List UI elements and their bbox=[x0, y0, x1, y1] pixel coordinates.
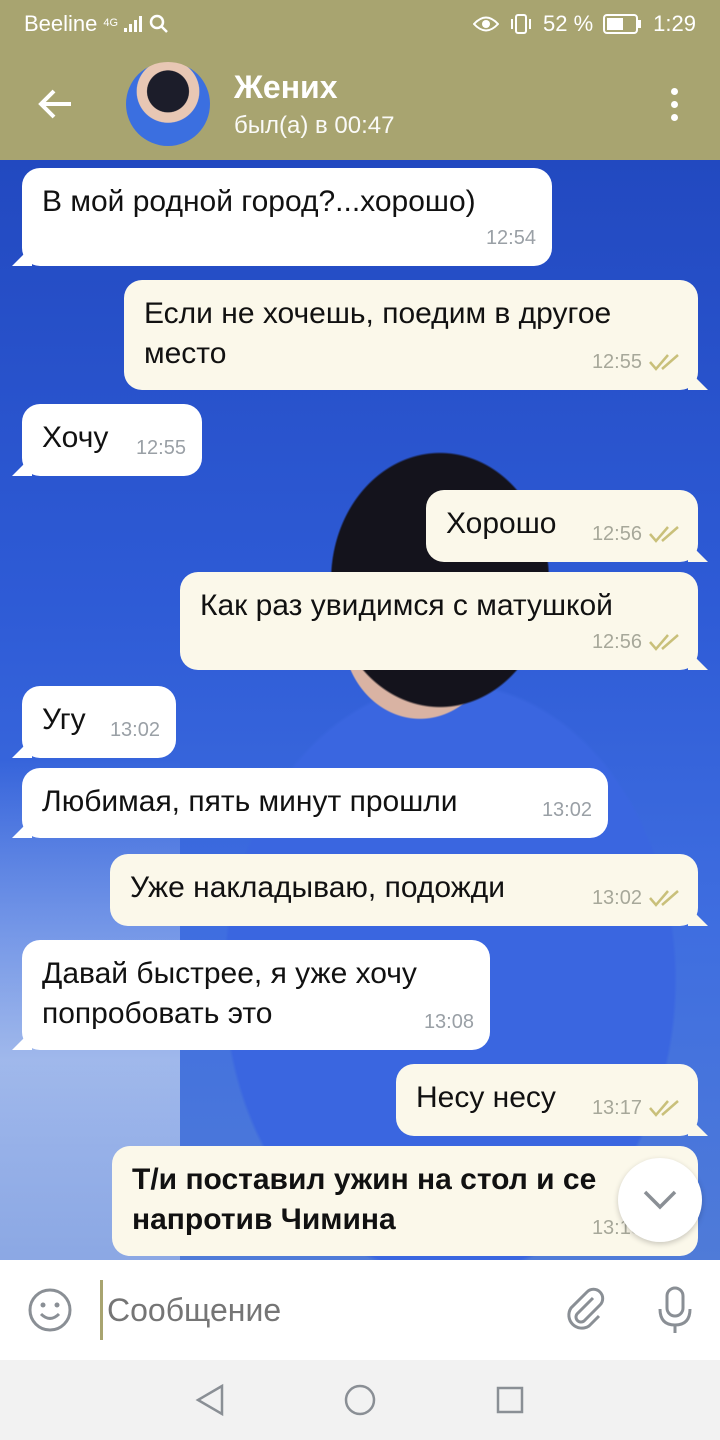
voice-message-button[interactable] bbox=[630, 1260, 720, 1360]
message-text: В мой родной город?...хорошо) bbox=[42, 185, 476, 218]
paperclip-icon bbox=[567, 1287, 605, 1330]
avatar[interactable] bbox=[126, 62, 210, 146]
message-incoming[interactable]: Любимая, пять минут прошли 13:02 bbox=[22, 768, 608, 838]
double-check-icon bbox=[649, 526, 679, 543]
message-text: Как раз увидимся с матушкой bbox=[200, 589, 613, 622]
carrier-name: Beeline bbox=[24, 11, 98, 36]
signal-icon bbox=[124, 16, 143, 32]
battery-percent: 52 % bbox=[543, 11, 594, 36]
message-text: Любимая, пять минут прошли bbox=[42, 785, 458, 818]
message-time: 13:02 bbox=[109, 719, 160, 741]
message-outgoing[interactable]: Уже накладываю, подожди 13:02 bbox=[110, 854, 698, 926]
circle-home-icon bbox=[344, 1384, 376, 1416]
vibrate-icon bbox=[511, 14, 532, 34]
chat-messages[interactable]: В мой родной город?...хорошо) 12:54 Если… bbox=[0, 160, 720, 1260]
message-composer bbox=[0, 1260, 720, 1360]
triangle-back-icon bbox=[195, 1383, 224, 1417]
message-outgoing[interactable]: Несу несу 13:17 bbox=[396, 1064, 698, 1136]
message-input[interactable] bbox=[100, 1280, 540, 1340]
message-incoming[interactable]: Давай быстрее, я уже хочу попробовать эт… bbox=[22, 940, 490, 1050]
message-outgoing[interactable]: Как раз увидимся с матушкой 12:56 bbox=[180, 572, 698, 670]
chevron-down-icon bbox=[643, 1190, 677, 1210]
message-time: 12:56 bbox=[591, 631, 642, 653]
double-check-icon bbox=[649, 634, 679, 651]
scroll-to-bottom-button[interactable] bbox=[618, 1158, 702, 1242]
message-time: 13:02 bbox=[541, 799, 592, 821]
message-time: 12:55 bbox=[591, 351, 642, 373]
eye-icon bbox=[473, 16, 500, 32]
double-check-icon bbox=[649, 890, 679, 907]
message-text: Давай быстрее, я уже хочу попробовать эт… bbox=[42, 957, 417, 1030]
smiley-icon bbox=[28, 1288, 72, 1332]
message-outgoing[interactable]: Если не хочешь, поедим в другое место 12… bbox=[124, 280, 698, 390]
system-navigation-bar bbox=[0, 1360, 720, 1440]
back-button[interactable] bbox=[0, 48, 110, 160]
more-options-button[interactable] bbox=[644, 48, 704, 160]
nav-back-button[interactable] bbox=[190, 1380, 230, 1420]
message-outgoing[interactable]: Т/и поставил ужин на стол и се напротив … bbox=[112, 1146, 698, 1256]
message-time: 12:54 bbox=[485, 227, 536, 249]
arrow-left-icon bbox=[38, 89, 71, 119]
message-incoming[interactable]: Угу 13:02 bbox=[22, 686, 176, 758]
message-time: 12:55 bbox=[135, 437, 186, 459]
message-time: 13:02 bbox=[591, 887, 642, 909]
contact-name: Жених bbox=[234, 68, 338, 105]
message-time: 13:17 bbox=[591, 1097, 642, 1119]
message-incoming[interactable]: Хочу 12:55 bbox=[22, 404, 202, 476]
contact-last-seen: был(а) в 00:47 bbox=[234, 111, 395, 139]
battery-icon bbox=[603, 14, 642, 34]
status-bar: Beeline 4G 52 % 1:29 bbox=[0, 0, 720, 48]
contact-info[interactable]: Жених был(а) в 00:47 bbox=[234, 69, 394, 140]
network-type: 4G bbox=[103, 17, 119, 29]
attach-button[interactable] bbox=[540, 1260, 630, 1360]
message-time: 13:08 bbox=[423, 1011, 474, 1033]
nav-home-button[interactable] bbox=[340, 1380, 380, 1420]
message-outgoing[interactable]: Хорошо 12:56 bbox=[426, 490, 698, 562]
microphone-icon bbox=[658, 1286, 692, 1333]
emoji-button[interactable] bbox=[0, 1260, 100, 1360]
double-check-icon bbox=[649, 354, 679, 371]
clock: 1:29 bbox=[653, 11, 696, 36]
kebab-menu-icon bbox=[670, 87, 678, 95]
chat-header: Жених был(а) в 00:47 bbox=[0, 48, 720, 160]
square-recents-icon bbox=[496, 1386, 524, 1414]
message-time: 12:56 bbox=[591, 523, 642, 545]
search-icon bbox=[149, 14, 168, 33]
double-check-icon bbox=[649, 1100, 679, 1117]
nav-recents-button[interactable] bbox=[490, 1380, 530, 1420]
message-incoming[interactable]: В мой родной город?...хорошо) 12:54 bbox=[22, 168, 552, 266]
